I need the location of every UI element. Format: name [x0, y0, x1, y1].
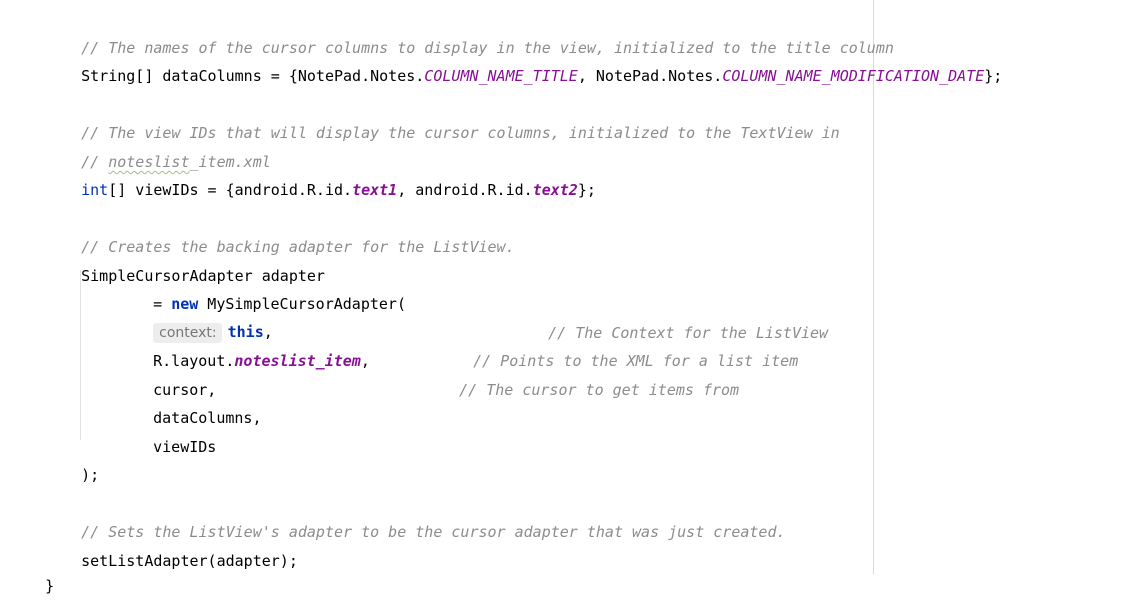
code-line-comment-column-names[interactable]: // The names of the cursor columns to di… [45, 18, 894, 57]
code-line-close-paren[interactable]: ); [45, 445, 99, 484]
code-text: [] viewIDs = {android.R.id. [108, 181, 353, 199]
code-text: , [360, 352, 370, 370]
code-keyword: int [81, 181, 109, 199]
code-line-arg-view-ids[interactable]: viewIDs [117, 417, 216, 456]
code-text: ); [81, 466, 100, 484]
code-line-set-list-adapter[interactable]: setListAdapter(adapter); [45, 531, 298, 570]
code-line-closing-brace[interactable]: } [9, 556, 54, 595]
code-static-field: COLUMN_NAME_TITLE [424, 67, 578, 85]
code-inline-comment[interactable]: // The cursor to get items from [423, 360, 739, 399]
code-comment: // The cursor to get items from [459, 381, 740, 399]
code-line-adapter-new[interactable]: = new MySimpleCursorAdapter( [117, 274, 406, 313]
code-text: viewIDs [153, 438, 217, 456]
code-static-field: text1 [352, 181, 398, 199]
right-margin-guide [873, 0, 874, 574]
code-line-arg-context[interactable]: context: this, [117, 302, 273, 343]
code-inline-comment[interactable]: // The Context for the ListView [512, 303, 828, 342]
code-text: setListAdapter(adapter); [81, 552, 298, 570]
code-line-view-ids[interactable]: int[] viewIDs = {android.R.id.text1, and… [45, 160, 596, 199]
code-line-arg-cursor[interactable]: cursor, [117, 360, 216, 399]
code-line-adapter-decl[interactable]: SimpleCursorAdapter adapter [45, 246, 325, 285]
code-static-field: COLUMN_NAME_MODIFICATION_DATE [722, 67, 985, 85]
indent-guide [80, 270, 81, 440]
code-line-comment-view-ids-2[interactable]: // noteslist_item.xml [45, 132, 271, 171]
code-text: }; [577, 181, 596, 199]
code-static-field: noteslist_item [234, 352, 361, 370]
code-line-comment-adapter[interactable]: // Creates the backing adapter for the L… [45, 217, 514, 256]
code-line-arg-data-columns[interactable]: dataColumns, [117, 388, 261, 427]
code-text: , NotePad.Notes. [577, 67, 723, 85]
code-text: , android.R.id. [397, 181, 533, 199]
code-line-comment-view-ids-1[interactable]: // The view IDs that will display the cu… [45, 103, 840, 142]
code-inline-comment[interactable]: // Points to the XML for a list item [437, 331, 798, 370]
code-editor[interactable]: // The names of the cursor columns to di… [0, 0, 1147, 595]
code-text: }; [984, 67, 1003, 85]
code-line-comment-set-adapter[interactable]: // Sets the ListView's adapter to be the… [45, 502, 785, 541]
code-static-field: text2 [532, 181, 578, 199]
code-text: String[] dataColumns = {NotePad.Notes. [81, 67, 425, 85]
code-line-arg-layout[interactable]: R.layout.noteslist_item, [117, 331, 370, 370]
code-line-data-columns[interactable]: String[] dataColumns = {NotePad.Notes.CO… [45, 46, 1002, 85]
code-text: } [45, 577, 55, 595]
